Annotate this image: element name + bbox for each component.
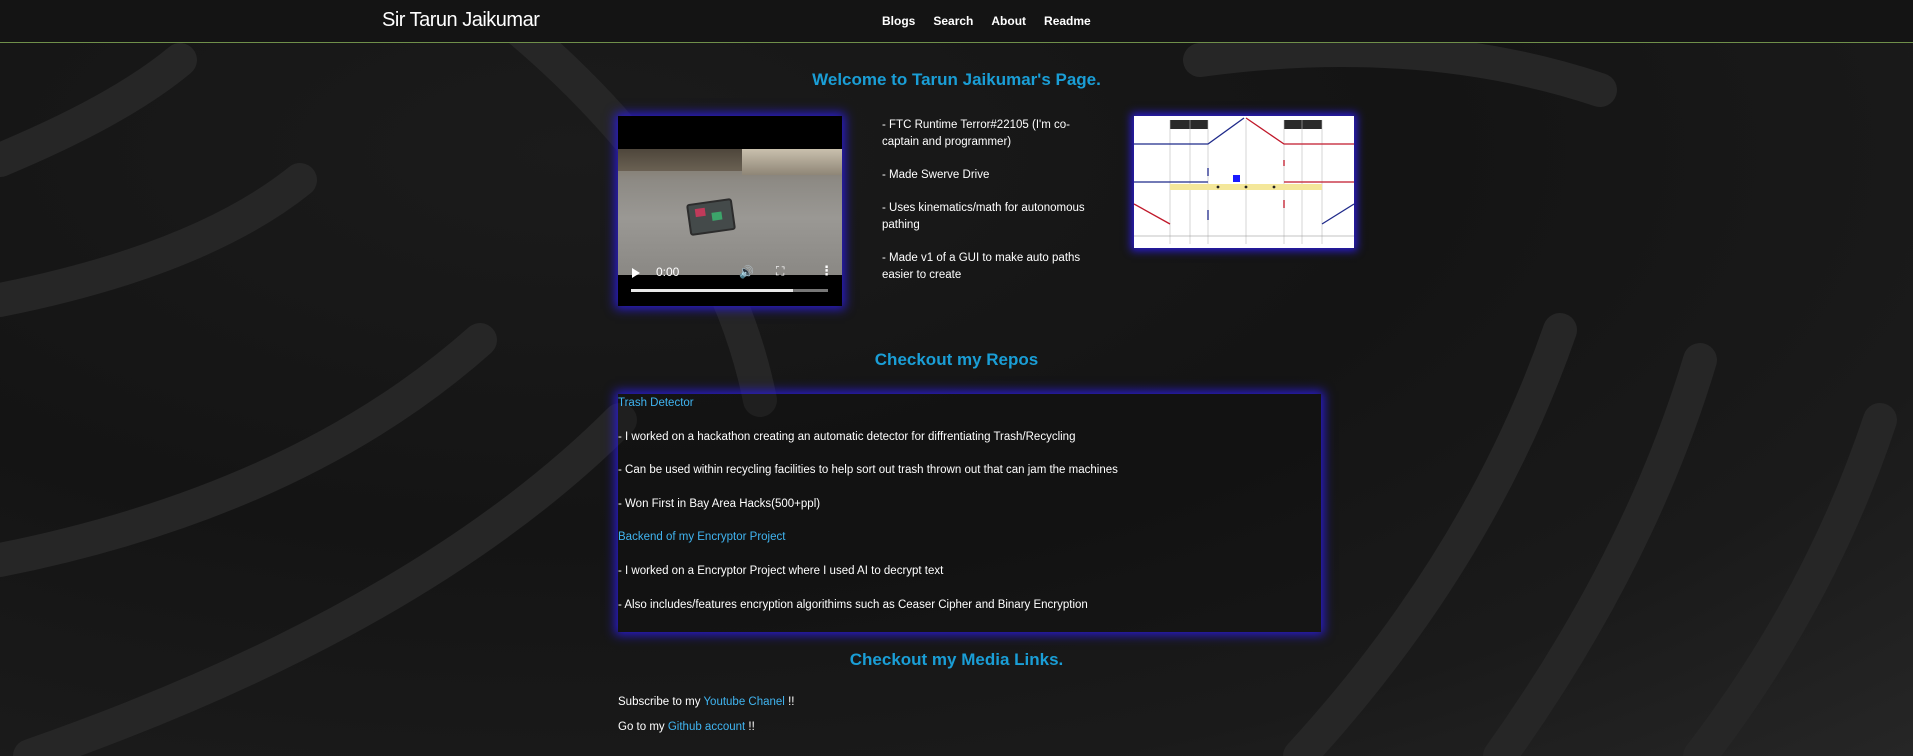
github-prefix: Go to my [618,721,668,733]
github-link[interactable]: Github account [668,721,745,733]
more-options-icon[interactable]: ⋮ [820,263,833,279]
repo-bullet: - Can be used within recycling facilitie… [618,464,1118,476]
play-icon[interactable] [632,268,640,278]
robot-notes: - FTC Runtime Terror#22105 (I'm co-capta… [882,117,1087,300]
video-time: 0:00 [656,265,680,279]
youtube-suffix: !! [784,696,795,708]
repo-bullet: - I worked on a hackathon creating an au… [618,431,1076,443]
volume-icon[interactable]: 🔊 [739,265,754,279]
youtube-link[interactable]: Youtube Chanel [703,696,784,708]
nav-readme[interactable]: Readme [1044,14,1091,28]
auto-path-gui-screenshot [1134,116,1354,248]
video-controls: 0:00 🔊 ⛶ ⋮ [618,258,842,306]
video-progress-bar[interactable] [631,289,828,292]
video-frame [618,149,842,275]
fullscreen-icon[interactable]: ⛶ [776,264,784,279]
path-gui-drawing [1134,116,1354,248]
video-field-wall-right [742,149,842,175]
welcome-heading: Welcome to Tarun Jaikumar's Page. [812,70,1101,89]
nav-search[interactable]: Search [933,14,973,28]
page-content: Welcome to Tarun Jaikumar's Page. 0:00 🔊… [0,0,1913,756]
note-item: - Made Swerve Drive [882,169,990,181]
repos-heading: Checkout my Repos [874,350,1039,369]
github-line: Go to my Github account !! [618,721,755,733]
video-robot [685,197,737,237]
brand-title[interactable]: Sir Tarun Jaikumar [382,9,540,32]
video-progress-fill [631,289,793,292]
repo-bullet: - Won First in Bay Area Hacks(500+ppl) [618,498,821,510]
repos-panel: Trash Detector - I worked on a hackathon… [618,394,1321,632]
github-suffix: !! [745,721,755,733]
repo-link-trash-detector[interactable]: Trash Detector [618,397,694,409]
nav-about[interactable]: About [991,14,1026,28]
repo-bullet: - I worked on a Encryptor Project where … [618,565,944,577]
nav-blogs[interactable]: Blogs [882,14,915,28]
note-item: - Made v1 of a GUI to make auto paths ea… [882,252,1081,281]
robot-video-player[interactable]: 0:00 🔊 ⛶ ⋮ [618,116,842,306]
main-nav: Blogs Search About Readme [882,14,1109,28]
media-heading: Checkout my Media Links. [849,650,1064,669]
youtube-line: Subscribe to my Youtube Chanel !! [618,696,794,708]
youtube-prefix: Subscribe to my [618,696,704,708]
top-navbar: Sir Tarun Jaikumar Blogs Search About Re… [0,0,1913,43]
note-item: - Uses kinematics/math for autonomous pa… [882,202,1085,231]
repo-link-encryptor[interactable]: Backend of my Encryptor Project [618,531,785,543]
note-item: - FTC Runtime Terror#22105 (I'm co-capta… [882,119,1070,148]
repo-bullet: - Also includes/features encryption algo… [618,599,1088,611]
